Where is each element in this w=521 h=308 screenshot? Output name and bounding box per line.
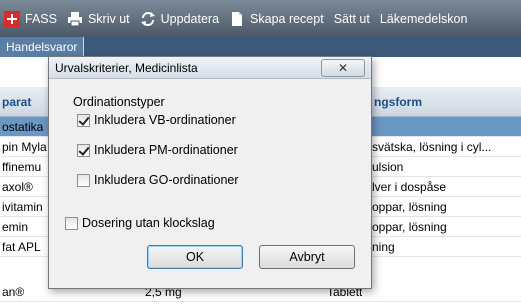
include-vb-checkbox[interactable] [77, 113, 90, 127]
toolbar-print-button[interactable]: Skriv ut [67, 11, 130, 27]
table-cell: svätska, lösning i cyl... [372, 140, 492, 154]
dosering-checkbox[interactable] [65, 216, 78, 230]
table-cell: ffinemu [2, 160, 42, 174]
toolbar-discontinue-button[interactable]: Sätt ut [334, 12, 370, 26]
tab-strip: Handelsvaror [0, 37, 521, 57]
toolbar-print-label: Skriv ut [87, 11, 130, 26]
toolbar-fass-label: FASS [25, 11, 57, 26]
include-pm-checkbox[interactable] [77, 143, 90, 157]
include-go-label: Inkludera GO-ordinationer [94, 173, 239, 187]
criteria-dialog: Urvalskriterier, Medicinlista ✕ Ordinati… [48, 56, 372, 289]
table-cell: fat APL [2, 240, 41, 254]
table-cell: emin [2, 220, 29, 234]
table-cell: ulsion [372, 160, 404, 174]
table-cell: ning [372, 240, 395, 254]
dialog-title: Urvalskriterier, Medicinlista [55, 61, 198, 75]
table-cell: axol® [2, 180, 33, 194]
toolbar-fass-button[interactable]: FASS [4, 10, 57, 27]
include-vb-label: Inkludera VB-ordinationer [94, 113, 236, 127]
toolbar-medication-check-label: Läkemedelskon [379, 11, 468, 26]
ordination-types-label: Ordinationstyper [73, 95, 165, 109]
dosering-label: Dosering utan klockslag [82, 216, 215, 230]
close-icon: ✕ [337, 61, 349, 75]
include-go-option[interactable]: Inkludera GO-ordinationer [77, 173, 239, 187]
include-vb-option[interactable]: Inkludera VB-ordinationer [77, 113, 236, 127]
cancel-button[interactable]: Avbryt [259, 245, 355, 269]
toolbar-discontinue-label: Sätt ut [333, 11, 370, 26]
main-toolbar: FASS Skriv ut Uppdatera Skapa recept Sät… [0, 0, 521, 37]
toolbar-create-prescription-button[interactable]: Skapa recept [229, 11, 324, 27]
table-cell: pin Myla [2, 140, 47, 154]
toolbar-refresh-label: Uppdatera [160, 11, 220, 26]
table-cell: lver i dospåse [372, 180, 447, 194]
grid-header-preparat[interactable]: parat [2, 95, 31, 109]
dialog-titlebar[interactable]: Urvalskriterier, Medicinlista ✕ [49, 57, 371, 79]
table-cell: ostatika [2, 120, 44, 134]
toolbar-create-prescription-label: Skapa recept [250, 11, 324, 26]
grid-header-form[interactable]: ngsform [374, 95, 422, 109]
toolbar-refresh-button[interactable]: Uppdatera [140, 11, 219, 27]
ordination-types-group: Ordinationstyper Inkludera VB-ordination… [65, 93, 355, 201]
ok-button[interactable]: OK [147, 245, 243, 269]
table-cell: oppar, lösning [372, 220, 447, 234]
tab-handelsvaror[interactable]: Handelsvaror [0, 37, 85, 57]
table-cell: oppar, lösning [372, 200, 447, 214]
fass-icon [4, 10, 20, 27]
table-cell: ivitamin [2, 200, 43, 214]
include-pm-label: Inkludera PM-ordinationer [94, 143, 238, 157]
dialog-close-button[interactable]: ✕ [321, 59, 365, 77]
document-icon [229, 11, 245, 27]
refresh-icon [140, 11, 156, 27]
include-pm-option[interactable]: Inkludera PM-ordinationer [77, 143, 238, 157]
include-go-checkbox[interactable] [77, 173, 90, 187]
table-cell: an® [2, 285, 25, 299]
printer-icon [67, 11, 83, 27]
dosering-option[interactable]: Dosering utan klockslag [65, 216, 215, 230]
toolbar-medication-check-button[interactable]: Läkemedelskon [380, 12, 468, 26]
